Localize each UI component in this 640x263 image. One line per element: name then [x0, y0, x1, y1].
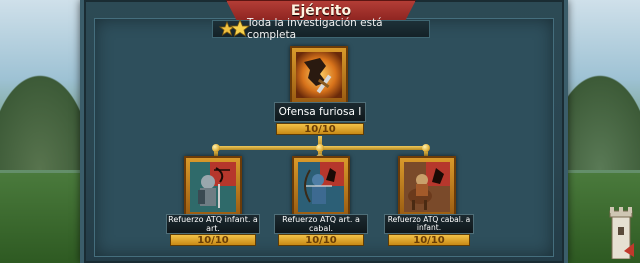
castle-tower-icon[interactable]	[606, 207, 636, 260]
skill-progress-bar: 10/10	[388, 234, 470, 246]
stars-icon	[218, 18, 250, 40]
skill-icon-frame	[292, 156, 350, 218]
skill-icon-frame	[184, 156, 242, 218]
skill-progress-text: 10/10	[305, 234, 337, 246]
skill-name: Refuerzo ATQ infant. a art.	[168, 215, 258, 233]
skill-name-box: Ofensa furiosa I	[274, 102, 366, 122]
skill-progress-bar: 10/10	[276, 123, 364, 135]
sword-fist-icon	[296, 52, 342, 98]
skill-card-infantry-vs-archer[interactable]: Refuerzo ATQ infant. a art. 10/10	[166, 156, 260, 252]
connector-node	[316, 144, 324, 152]
skill-name-box: Refuerzo ATQ art. a cabal.	[274, 214, 368, 234]
completion-text: Toda la investigación está completa	[247, 17, 383, 41]
skill-progress-bar: 10/10	[278, 234, 364, 246]
skill-progress-text: 10/10	[304, 123, 336, 135]
skill-name: Ofensa furiosa I	[278, 106, 362, 118]
skill-progress-bar: 10/10	[170, 234, 256, 246]
infantry-vs-archer-icon	[190, 162, 236, 212]
connector-node	[212, 144, 220, 152]
cavalry-vs-infantry-icon	[404, 162, 450, 212]
archer-vs-cavalry-icon	[298, 162, 344, 212]
skill-progress-text: 10/10	[197, 234, 229, 246]
skill-name: Refuerzo ATQ art. a cabal.	[282, 215, 360, 233]
skill-icon-frame	[398, 156, 456, 218]
skill-card-cavalry-vs-infantry[interactable]: Refuerzo ATQ cabal. a infant. 10/10	[384, 156, 474, 252]
skill-icon-frame	[290, 46, 348, 104]
skill-card-archer-vs-cavalry[interactable]: Refuerzo ATQ art. a cabal. 10/10	[274, 156, 368, 252]
skill-card-ofensa-furiosa[interactable]: Ofensa furiosa I 10/10	[274, 44, 366, 140]
skill-name: Refuerzo ATQ cabal. a infant.	[387, 215, 471, 232]
connector-node	[422, 144, 430, 152]
skill-name-box: Refuerzo ATQ infant. a art.	[166, 214, 260, 234]
skill-name-box: Refuerzo ATQ cabal. a infant.	[384, 214, 474, 234]
skill-progress-text: 10/10	[413, 234, 445, 246]
